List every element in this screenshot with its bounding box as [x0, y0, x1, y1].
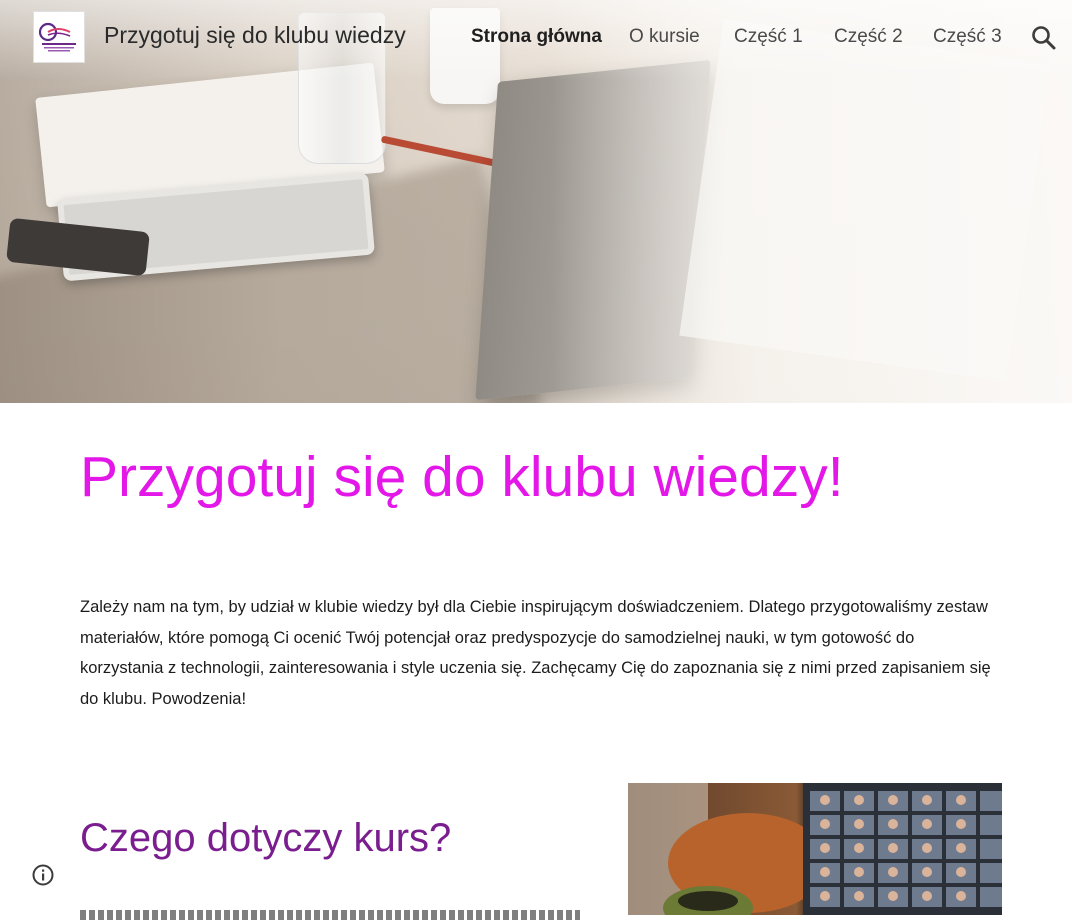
- intro-paragraph: Zależy nam na tym, by udział w klubie wi…: [80, 598, 991, 708]
- logo-icon: [38, 22, 76, 52]
- info-icon: [32, 864, 54, 886]
- section-paragraph: [80, 907, 590, 920]
- section-title: Czego dotyczy kurs?: [80, 816, 452, 860]
- page-title: Przygotuj się do klubu wiedzy!: [80, 445, 844, 509]
- nav-czesc-3[interactable]: Część 3: [933, 26, 1002, 48]
- nav-czesc-1[interactable]: Część 1: [734, 26, 803, 48]
- site-logo[interactable]: [33, 11, 85, 63]
- site-header: Przygotuj się do klubu wiedzy Strona głó…: [0, 0, 1072, 76]
- nav-czesc-2[interactable]: Część 2: [834, 26, 903, 48]
- nav-strona-glowna[interactable]: Strona główna: [471, 26, 602, 48]
- video-call-photo: [628, 783, 1002, 915]
- search-icon: [1032, 26, 1056, 50]
- nav-o-kursie[interactable]: O kursie: [629, 26, 700, 48]
- search-button[interactable]: [1030, 24, 1058, 52]
- site-title[interactable]: Przygotuj się do klubu wiedzy: [104, 22, 406, 49]
- site-info-button[interactable]: [31, 863, 55, 887]
